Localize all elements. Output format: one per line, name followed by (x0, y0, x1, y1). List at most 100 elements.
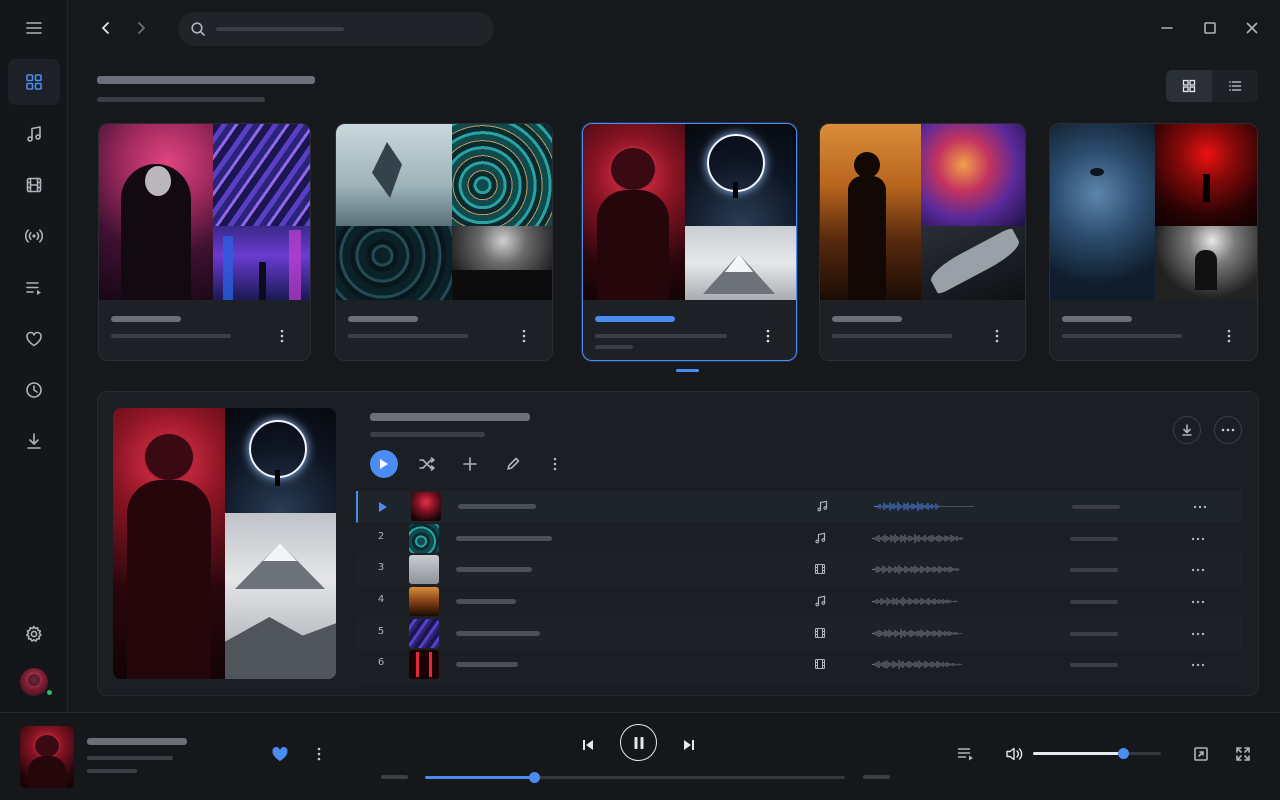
playlist-more-button[interactable] (758, 324, 778, 348)
headphones-girl-image (99, 124, 213, 300)
sidebar (0, 0, 68, 712)
track-row[interactable]: 3 (356, 554, 1242, 587)
spaceship-image (921, 226, 1025, 300)
more-horizontal-icon (1191, 569, 1205, 572)
more-options-button[interactable] (1214, 416, 1242, 444)
grid-view-button[interactable] (1166, 70, 1212, 102)
waveform (874, 502, 974, 511)
previous-icon (583, 740, 593, 750)
sidebar-item-favorites[interactable] (8, 316, 60, 362)
elapsed-time (381, 775, 408, 779)
more-vertical-icon (522, 329, 526, 343)
sidebar-item-radio[interactable] (8, 213, 60, 259)
music-note-icon (815, 532, 826, 544)
playlist-collage (336, 124, 552, 300)
playlist-collage (820, 124, 1025, 300)
track-title (456, 567, 532, 573)
minimize-icon (1161, 27, 1173, 29)
next-button[interactable] (677, 733, 701, 757)
track-more-button[interactable] (1184, 560, 1212, 580)
minimize-button[interactable] (1153, 14, 1181, 42)
concert-crowd-image (452, 226, 552, 300)
music-note-icon (815, 595, 826, 607)
playlist-more-button[interactable] (514, 324, 534, 348)
track-title (456, 630, 540, 636)
track-row[interactable]: 2 (356, 523, 1242, 555)
playlist-card[interactable] (335, 123, 553, 361)
track-row-playing[interactable] (356, 491, 1242, 523)
sidebar-item-library[interactable] (8, 59, 60, 105)
player-more-button[interactable] (309, 743, 329, 765)
sidebar-item-recent[interactable] (8, 367, 60, 413)
back-button[interactable] (92, 14, 120, 42)
track-more-button[interactable] (1184, 655, 1212, 675)
track-list: 2 3 4 5 6 (356, 491, 1242, 682)
page-subtitle (97, 97, 265, 102)
track-row[interactable]: 4 (356, 586, 1242, 618)
playlist-card[interactable] (1049, 123, 1258, 361)
like-button[interactable] (268, 743, 292, 765)
track-row[interactable]: 5 (356, 617, 1242, 650)
profile-button[interactable] (8, 659, 60, 705)
track-more-button[interactable] (1184, 624, 1212, 644)
close-button[interactable] (1238, 14, 1266, 42)
track-number: 3 (377, 562, 385, 574)
hamburger-icon (26, 22, 42, 34)
neon-city-image (213, 226, 310, 300)
menu-button[interactable] (8, 5, 60, 51)
maximize-button[interactable] (1196, 14, 1224, 42)
track-title (456, 535, 552, 541)
sidebar-item-downloads[interactable] (8, 418, 60, 464)
playlist-card[interactable] (819, 123, 1026, 361)
play-all-button[interactable] (370, 450, 398, 478)
snowy-mountain-image (225, 513, 336, 679)
volume-slider[interactable] (1033, 748, 1161, 759)
volume-knob[interactable] (1117, 748, 1129, 759)
search-bar[interactable] (178, 12, 494, 46)
film-icon (814, 627, 826, 638)
progress-knob[interactable] (529, 772, 541, 783)
teal-swirl-image (452, 124, 552, 226)
edit-button[interactable] (499, 450, 527, 478)
list-view-button[interactable] (1212, 70, 1258, 102)
waveform (872, 628, 962, 638)
more-vertical-icon (995, 329, 999, 343)
download-icon (1182, 424, 1192, 436)
playlist-title (111, 316, 181, 322)
gear-icon (26, 625, 42, 642)
forward-button[interactable] (127, 14, 155, 42)
track-row[interactable]: 6 (356, 649, 1242, 682)
now-playing-album (87, 769, 137, 773)
playlist-card-selected[interactable] (582, 123, 797, 361)
pencil-icon (507, 457, 520, 470)
detail-subtitle (370, 432, 485, 437)
settings-button[interactable] (8, 611, 60, 657)
progress-slider[interactable] (425, 772, 845, 783)
track-more-button[interactable] (1184, 592, 1212, 612)
playlist-subtitle (595, 334, 727, 338)
view-toggle (1166, 70, 1258, 102)
track-title (458, 504, 536, 509)
sidebar-item-music[interactable] (8, 111, 60, 157)
track-more-button[interactable] (1186, 497, 1214, 517)
add-button[interactable] (456, 450, 484, 478)
previous-button[interactable] (576, 733, 600, 757)
more-vertical-icon (1227, 329, 1231, 343)
play-pause-button[interactable] (620, 724, 657, 761)
track-more-button[interactable] (1184, 529, 1212, 549)
playlist-more-button[interactable] (272, 324, 292, 348)
detail-more-button[interactable] (541, 450, 569, 478)
download-playlist-button[interactable] (1173, 416, 1201, 444)
track-thumbnail (409, 650, 439, 680)
shuffle-button[interactable] (413, 450, 441, 478)
volume-button[interactable] (1002, 743, 1026, 765)
sidebar-item-playlists[interactable] (8, 265, 60, 311)
sidebar-item-videos[interactable] (8, 162, 60, 208)
playlist-more-button[interactable] (987, 324, 1007, 348)
miniplayer-button[interactable] (1189, 743, 1213, 765)
playlist-card[interactable] (98, 123, 311, 361)
playlist-more-button[interactable] (1219, 324, 1239, 348)
fullscreen-button[interactable] (1231, 743, 1255, 765)
progress-fill (425, 776, 535, 779)
queue-button[interactable] (954, 743, 978, 765)
